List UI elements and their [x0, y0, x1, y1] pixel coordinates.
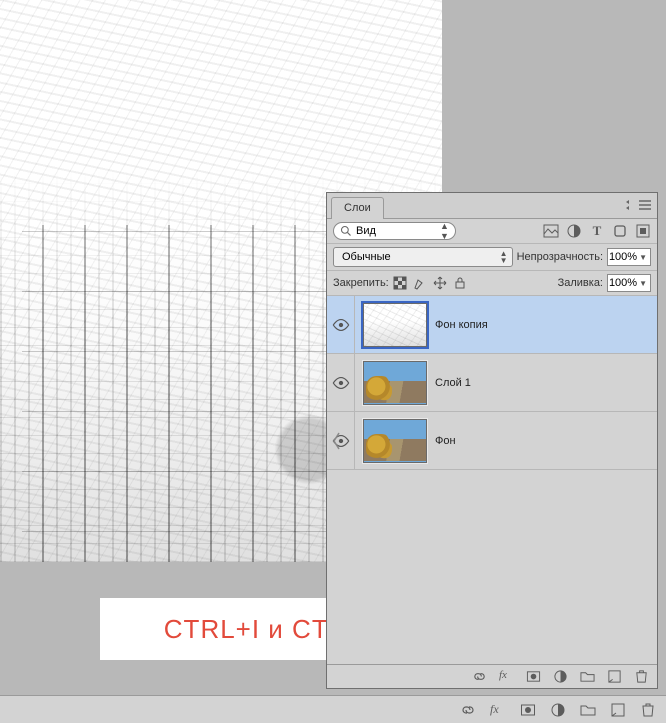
visibility-toggle[interactable]: [327, 296, 355, 353]
blend-mode-value: Обычные: [342, 251, 391, 263]
layers-panel: Слои ▲▼ T Обычные ▲▼: [326, 192, 658, 689]
chevron-updown-icon: ▲▼: [500, 250, 508, 264]
fx-icon[interactable]: fx: [490, 702, 506, 718]
layer-style-icon[interactable]: fx: [499, 669, 514, 684]
fill-value: 100%: [609, 277, 637, 289]
tab-layers[interactable]: Слои: [331, 197, 384, 219]
adjustments-filter-icon[interactable]: [566, 223, 582, 239]
layer-mask-icon[interactable]: [526, 669, 541, 684]
eye-icon: [332, 376, 350, 390]
image-filter-icon[interactable]: [543, 223, 559, 239]
chevron-down-icon: ▼: [639, 253, 647, 262]
layer-row[interactable]: Слой 1: [327, 354, 657, 412]
smartobj-filter-icon[interactable]: [635, 223, 651, 239]
layer-thumbnail[interactable]: [363, 361, 427, 405]
fill-input[interactable]: 100% ▼: [607, 274, 651, 292]
layer-kind-filter[interactable]: ▲▼: [333, 222, 456, 240]
shape-filter-icon[interactable]: [612, 223, 628, 239]
app-status-bar: fx: [0, 695, 666, 723]
lock-icon-group: [393, 276, 467, 290]
resize-grip-icon[interactable]: [331, 431, 341, 451]
lock-pixels-icon[interactable]: [413, 276, 427, 290]
link-layers-icon[interactable]: [472, 669, 487, 684]
fill-label: Заливка:: [558, 277, 603, 289]
lock-label: Закрепить:: [333, 277, 389, 289]
panel-tab-bar: Слои: [327, 193, 657, 219]
blend-mode-select[interactable]: Обычные ▲▼: [333, 247, 513, 267]
layer-row[interactable]: Фон: [327, 412, 657, 470]
layers-list[interactable]: Фон копия Слой 1 Фон: [327, 296, 657, 664]
opacity-input[interactable]: 100% ▼: [607, 248, 651, 266]
panel-bottom-bar: fx: [327, 664, 657, 688]
lock-all-icon[interactable]: [453, 276, 467, 290]
text-filter-icon[interactable]: T: [589, 223, 605, 239]
filter-icon-group: T: [543, 223, 651, 239]
layer-row[interactable]: Фон копия: [327, 296, 657, 354]
opacity-value: 100%: [609, 251, 637, 263]
layer-thumbnail[interactable]: [363, 419, 427, 463]
opacity-label: Непрозрачность:: [517, 251, 603, 263]
tab-label: Слои: [344, 202, 371, 214]
trash-icon[interactable]: [640, 702, 656, 718]
layer-name: Фон: [435, 435, 456, 447]
search-icon: [340, 225, 352, 237]
chevron-updown-icon: ▲▼: [440, 221, 449, 241]
layer-filter-row: ▲▼ T: [327, 219, 657, 244]
adjustment-layer-icon[interactable]: [553, 669, 568, 684]
new-layer-icon[interactable]: [607, 669, 622, 684]
eye-icon: [332, 318, 350, 332]
folder-icon[interactable]: [580, 702, 596, 718]
panel-menu-icon[interactable]: [637, 197, 653, 213]
new-group-icon[interactable]: [580, 669, 595, 684]
filter-kind-field[interactable]: [356, 225, 436, 237]
layer-thumbnail[interactable]: [363, 303, 427, 347]
visibility-toggle[interactable]: [327, 354, 355, 411]
adjust-icon[interactable]: [550, 702, 566, 718]
mask-icon[interactable]: [520, 702, 536, 718]
collapse-panel-icon[interactable]: [617, 197, 633, 213]
page-icon[interactable]: [610, 702, 626, 718]
lock-transparent-icon[interactable]: [393, 276, 407, 290]
chevron-down-icon: ▼: [639, 279, 647, 288]
link-icon[interactable]: [460, 702, 476, 718]
layer-name: Слой 1: [435, 377, 471, 389]
layer-name: Фон копия: [435, 319, 488, 331]
lock-position-icon[interactable]: [433, 276, 447, 290]
lock-fill-row: Закрепить: Заливка: 100% ▼: [327, 271, 657, 296]
blend-opacity-row: Обычные ▲▼ Непрозрачность: 100% ▼: [327, 244, 657, 271]
delete-layer-icon[interactable]: [634, 669, 649, 684]
